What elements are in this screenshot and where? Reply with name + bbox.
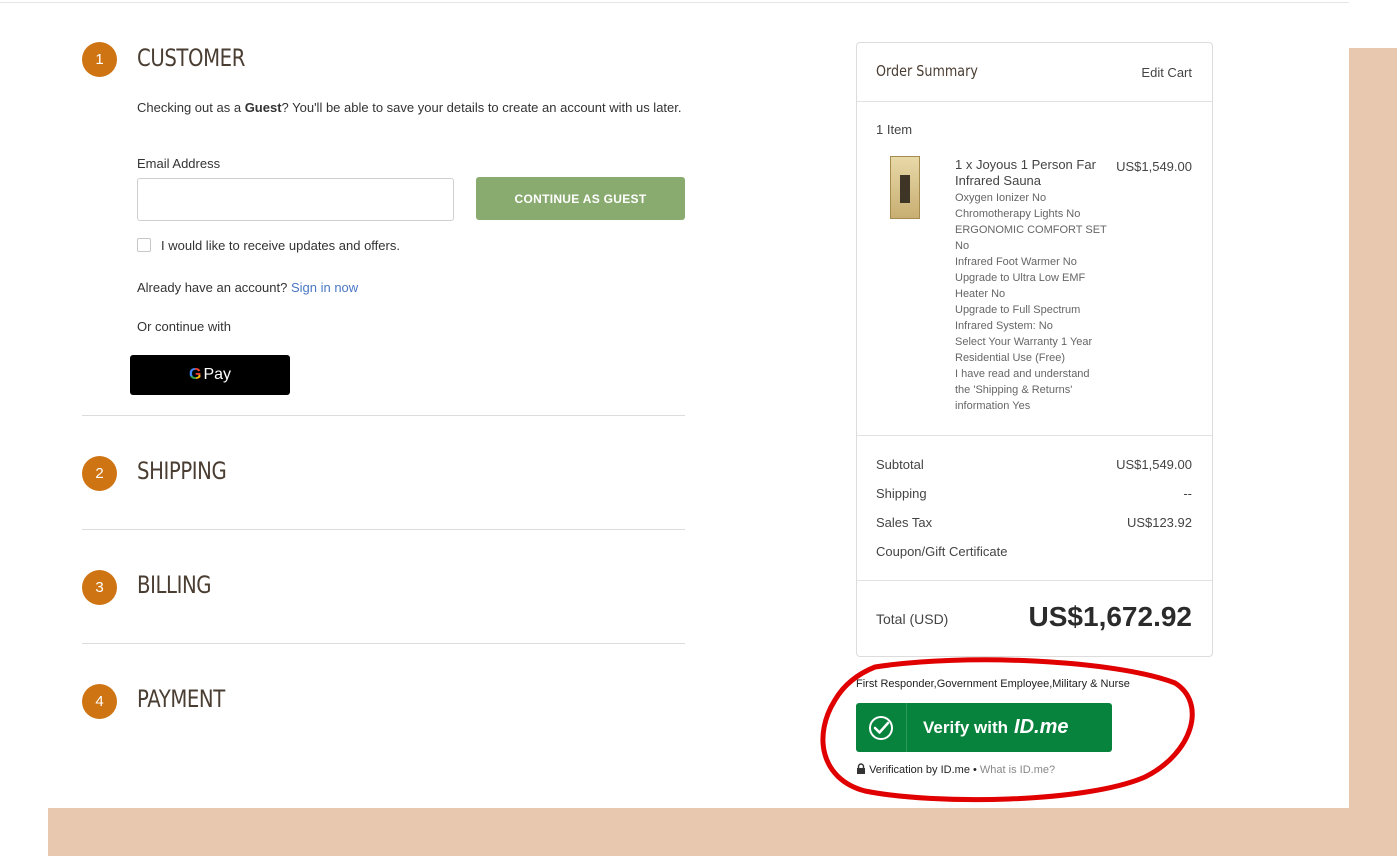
- step-2-badge: 2: [82, 456, 117, 491]
- check-circle-icon: [856, 703, 907, 752]
- summary-divider: [857, 101, 1212, 102]
- item-option: Oxygen Ionizer No: [955, 192, 1047, 204]
- continue-as-guest-button[interactable]: CONTINUE AS GUEST: [476, 177, 685, 220]
- summary-divider: [857, 435, 1212, 436]
- separator-dot: •: [973, 764, 977, 776]
- item-option: Upgrade to Ultra Low EMF Heater No: [955, 272, 1086, 300]
- sign-in-link[interactable]: Sign in now: [291, 280, 358, 295]
- verification-text: Verification by ID.me: [869, 764, 970, 776]
- item-option: I have read and understand the 'Shipping…: [955, 368, 1090, 412]
- sauna-door-icon: [900, 175, 910, 203]
- google-g-icon: G: [188, 366, 202, 383]
- summary-divider: [857, 580, 1212, 581]
- verify-with-label: Verify with: [923, 717, 1009, 737]
- edit-cart-link[interactable]: Edit Cart: [1120, 65, 1192, 80]
- idme-verification-line: Verification by ID.me • What is ID.me?: [856, 763, 1055, 776]
- item-option: Upgrade to Full Spectrum Infrared System…: [955, 304, 1081, 332]
- item-option: Select Your Warranty 1 Year Residential …: [955, 336, 1093, 364]
- step-3-title: BILLING: [137, 571, 212, 599]
- google-pay-label: Pay: [203, 366, 232, 383]
- updates-checkbox[interactable]: [137, 238, 151, 252]
- step-4-badge: 4: [82, 684, 117, 719]
- sales-tax-value: US$123.92: [1126, 515, 1192, 530]
- email-field[interactable]: [137, 178, 454, 221]
- section-divider: [82, 643, 685, 644]
- email-label: Email Address: [137, 156, 221, 171]
- step-1-title: CUSTOMER: [137, 44, 245, 72]
- step-2-title: SHIPPING: [137, 457, 227, 485]
- idme-logo: ID.me: [1014, 716, 1069, 738]
- order-summary-title: Order Summary: [876, 62, 978, 80]
- shipping-label: Shipping: [876, 486, 927, 501]
- subtotal-label: Subtotal: [876, 457, 924, 472]
- guest-intro-prefix: Checking out as a: [137, 100, 245, 115]
- verify-with-idme-button[interactable]: Verify with ID.me: [856, 703, 1112, 752]
- updates-label: I would like to receive updates and offe…: [161, 238, 400, 253]
- google-pay-button[interactable]: G Pay: [130, 355, 290, 395]
- step-3-badge: 3: [82, 570, 117, 605]
- item-count: 1 Item: [876, 122, 913, 137]
- top-divider: [0, 2, 1349, 3]
- item-name: 1 x Joyous 1 Person Far Infrared Sauna: [955, 157, 1096, 188]
- sales-tax-label: Sales Tax: [876, 515, 933, 530]
- section-divider: [82, 529, 685, 530]
- total-value: US$1,672.92: [1028, 601, 1192, 632]
- lock-icon: [857, 763, 865, 774]
- item-price: US$1,549.00: [1116, 159, 1192, 174]
- account-prompt-text: Already have an account?: [137, 280, 288, 295]
- item-option: ERGONOMIC COMFORT SET No: [955, 224, 1107, 252]
- item-option: Infrared Foot Warmer No: [955, 256, 1077, 268]
- coupon-link[interactable]: Coupon/Gift Certificate: [876, 544, 1008, 559]
- item-options: Oxygen Ionizer No Chromotherapy Lights N…: [955, 190, 1107, 414]
- step-1-badge: 1: [82, 42, 117, 77]
- step-4-title: PAYMENT: [137, 685, 225, 713]
- background-panel-right: [1349, 48, 1397, 856]
- or-continue-label: Or continue with: [137, 319, 231, 334]
- what-is-idme-link[interactable]: What is ID.me?: [980, 764, 1055, 776]
- total-label: Total (USD): [876, 611, 949, 627]
- idme-groups-label: First Responder,Government Employee,Mili…: [856, 678, 1130, 690]
- guest-intro-suffix: ? You'll be able to save your details to…: [281, 100, 682, 115]
- section-divider: [82, 415, 685, 416]
- shipping-value: --: [1183, 486, 1192, 501]
- background-panel-bottom: [48, 808, 1397, 856]
- guest-intro-bold: Guest: [244, 100, 282, 115]
- item-option: Chromotherapy Lights No: [955, 208, 1081, 220]
- guest-intro: Checking out as a Guest? You'll be able …: [137, 98, 697, 117]
- product-thumbnail: [890, 156, 920, 219]
- subtotal-value: US$1,549.00: [1116, 457, 1192, 472]
- account-prompt: Already have an account? Sign in now: [137, 280, 358, 295]
